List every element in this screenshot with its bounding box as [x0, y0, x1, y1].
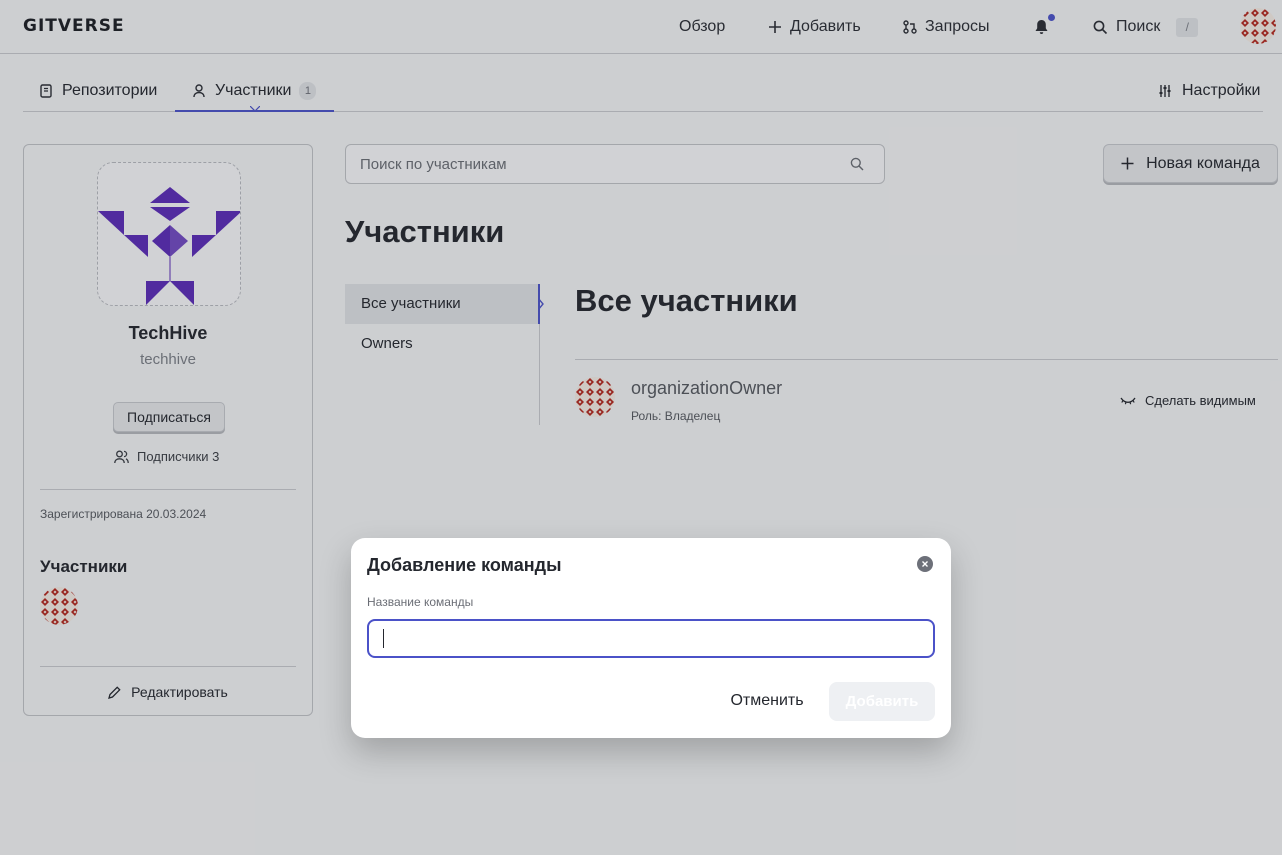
- close-icon: [922, 561, 928, 567]
- add-button[interactable]: Добавить: [829, 682, 935, 721]
- dialog-title: Добавление команды: [367, 555, 562, 575]
- text-cursor: [383, 629, 384, 648]
- add-team-dialog: Добавление команды Название команды Отме…: [351, 538, 951, 738]
- cancel-button[interactable]: Отменить: [721, 682, 813, 720]
- team-name-input[interactable]: [367, 619, 935, 658]
- team-name-label: Название команды: [367, 595, 474, 609]
- close-button[interactable]: [917, 556, 933, 572]
